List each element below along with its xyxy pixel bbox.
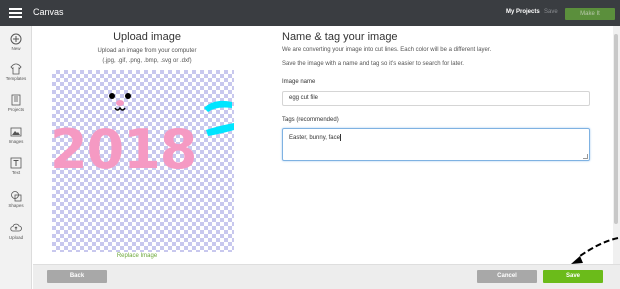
upload-subtitle: Upload an image from your computer [97,48,197,54]
form-title: Name & tag your image [282,31,398,43]
app-title: Canvas [33,7,64,17]
shirt-icon [10,63,22,75]
text-cursor [339,134,341,141]
sidebar-item-templates[interactable]: Templates [0,63,32,93]
upload-extensions: (.jpg, .gif, .png, .bmp, .svg or .dxf) [102,58,192,64]
sidebar-item-projects[interactable]: Projects [0,94,32,124]
cyan-stripe-top [204,100,232,112]
upload-title: Upload image [113,31,181,43]
sidebar-label-shapes: Shapes [8,203,24,208]
upload-cloud-icon [10,223,22,232]
back-button[interactable]: Back [47,270,107,283]
image-name-input[interactable]: egg cut file [282,91,590,106]
top-save-link[interactable]: Save [544,9,558,15]
save-button[interactable]: Save [543,270,603,283]
text-icon [10,157,22,169]
sidebar-item-text[interactable]: Text [0,157,32,187]
sidebar-label-projects: Projects [7,107,25,112]
sidebar-label-upload: Upload [8,235,24,240]
top-bar: Canvas My Projects Save Make It [0,0,620,26]
preview-year-text: 2018 [52,118,196,181]
image-icon [10,127,22,137]
tags-label: Tags (recommended) [282,117,339,123]
sidebar-item-new[interactable]: New [0,33,32,63]
bunny-eye-left [109,93,115,99]
bunny-mouth [114,106,126,111]
tags-textarea[interactable]: Easter, bunny, face [282,128,590,161]
left-sidebar: New Templates Projects Images Text Shape… [0,26,32,289]
bunny-nose [116,100,124,106]
cyan-stripe-bottom [206,123,234,136]
projects-icon [11,94,21,106]
preview-artwork: 2018 [50,93,234,181]
tags-value: Easter, bunny, face [289,135,340,142]
my-projects-link[interactable]: My Projects [506,9,540,15]
resize-grip-icon[interactable] [583,154,588,159]
sidebar-label-templates: Templates [5,76,27,81]
sidebar-label-text: Text [11,170,21,175]
annotation-arrow-icon [571,237,619,264]
sidebar-item-images[interactable]: Images [0,126,32,156]
cancel-button[interactable]: Cancel [477,270,537,283]
sidebar-label-images: Images [8,139,24,144]
image-name-label: Image name [282,79,316,85]
form-description-1: We are converting your image into cut li… [282,47,492,53]
replace-image-link[interactable]: Replace Image [52,253,222,259]
image-preview: 2018 [50,70,234,252]
shapes-icon [11,191,22,202]
sidebar-label-new: New [11,46,21,51]
sidebar-item-shapes[interactable]: Shapes [0,190,32,220]
sidebar-item-upload[interactable]: Upload [0,222,32,252]
make-it-button[interactable]: Make It [565,8,615,20]
bunny-eye-right [125,93,131,99]
hamburger-menu-icon[interactable] [9,8,22,18]
scrollbar-thumb[interactable] [614,34,618,224]
plus-circle-icon [10,33,22,45]
form-description-2: Save the image with a name and tag so it… [282,61,464,67]
